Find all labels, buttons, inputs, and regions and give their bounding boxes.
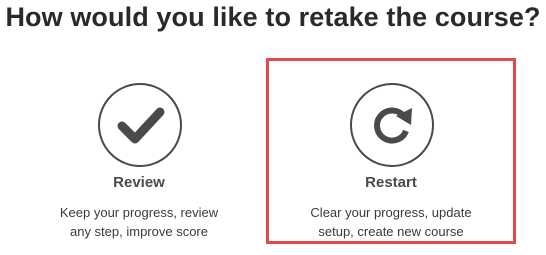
review-description: Keep your progress, review any step, imp… [22,203,256,241]
retake-course-page: How would you like to retake the course?… [0,0,546,255]
review-option-card[interactable]: Review Keep your progress, review any st… [22,58,256,244]
review-description-line: Keep your progress, review [59,205,219,220]
restart-option-card[interactable]: Restart Clear your progress, update setu… [266,58,516,244]
review-description-line: any step, improve score [69,224,208,239]
restart-description-line: setup, create new course [318,224,464,239]
restart-description: Clear your progress, update setup, creat… [269,203,513,241]
review-icon-circle [98,83,182,167]
refresh-icon [374,107,412,144]
checkmark-icon [117,107,165,144]
restart-title: Restart [365,174,417,191]
restart-icon-circle [350,83,434,167]
restart-description-line: Clear your progress, update [310,205,472,220]
page-title: How would you like to retake the course? [5,2,541,32]
review-title: Review [113,174,165,191]
